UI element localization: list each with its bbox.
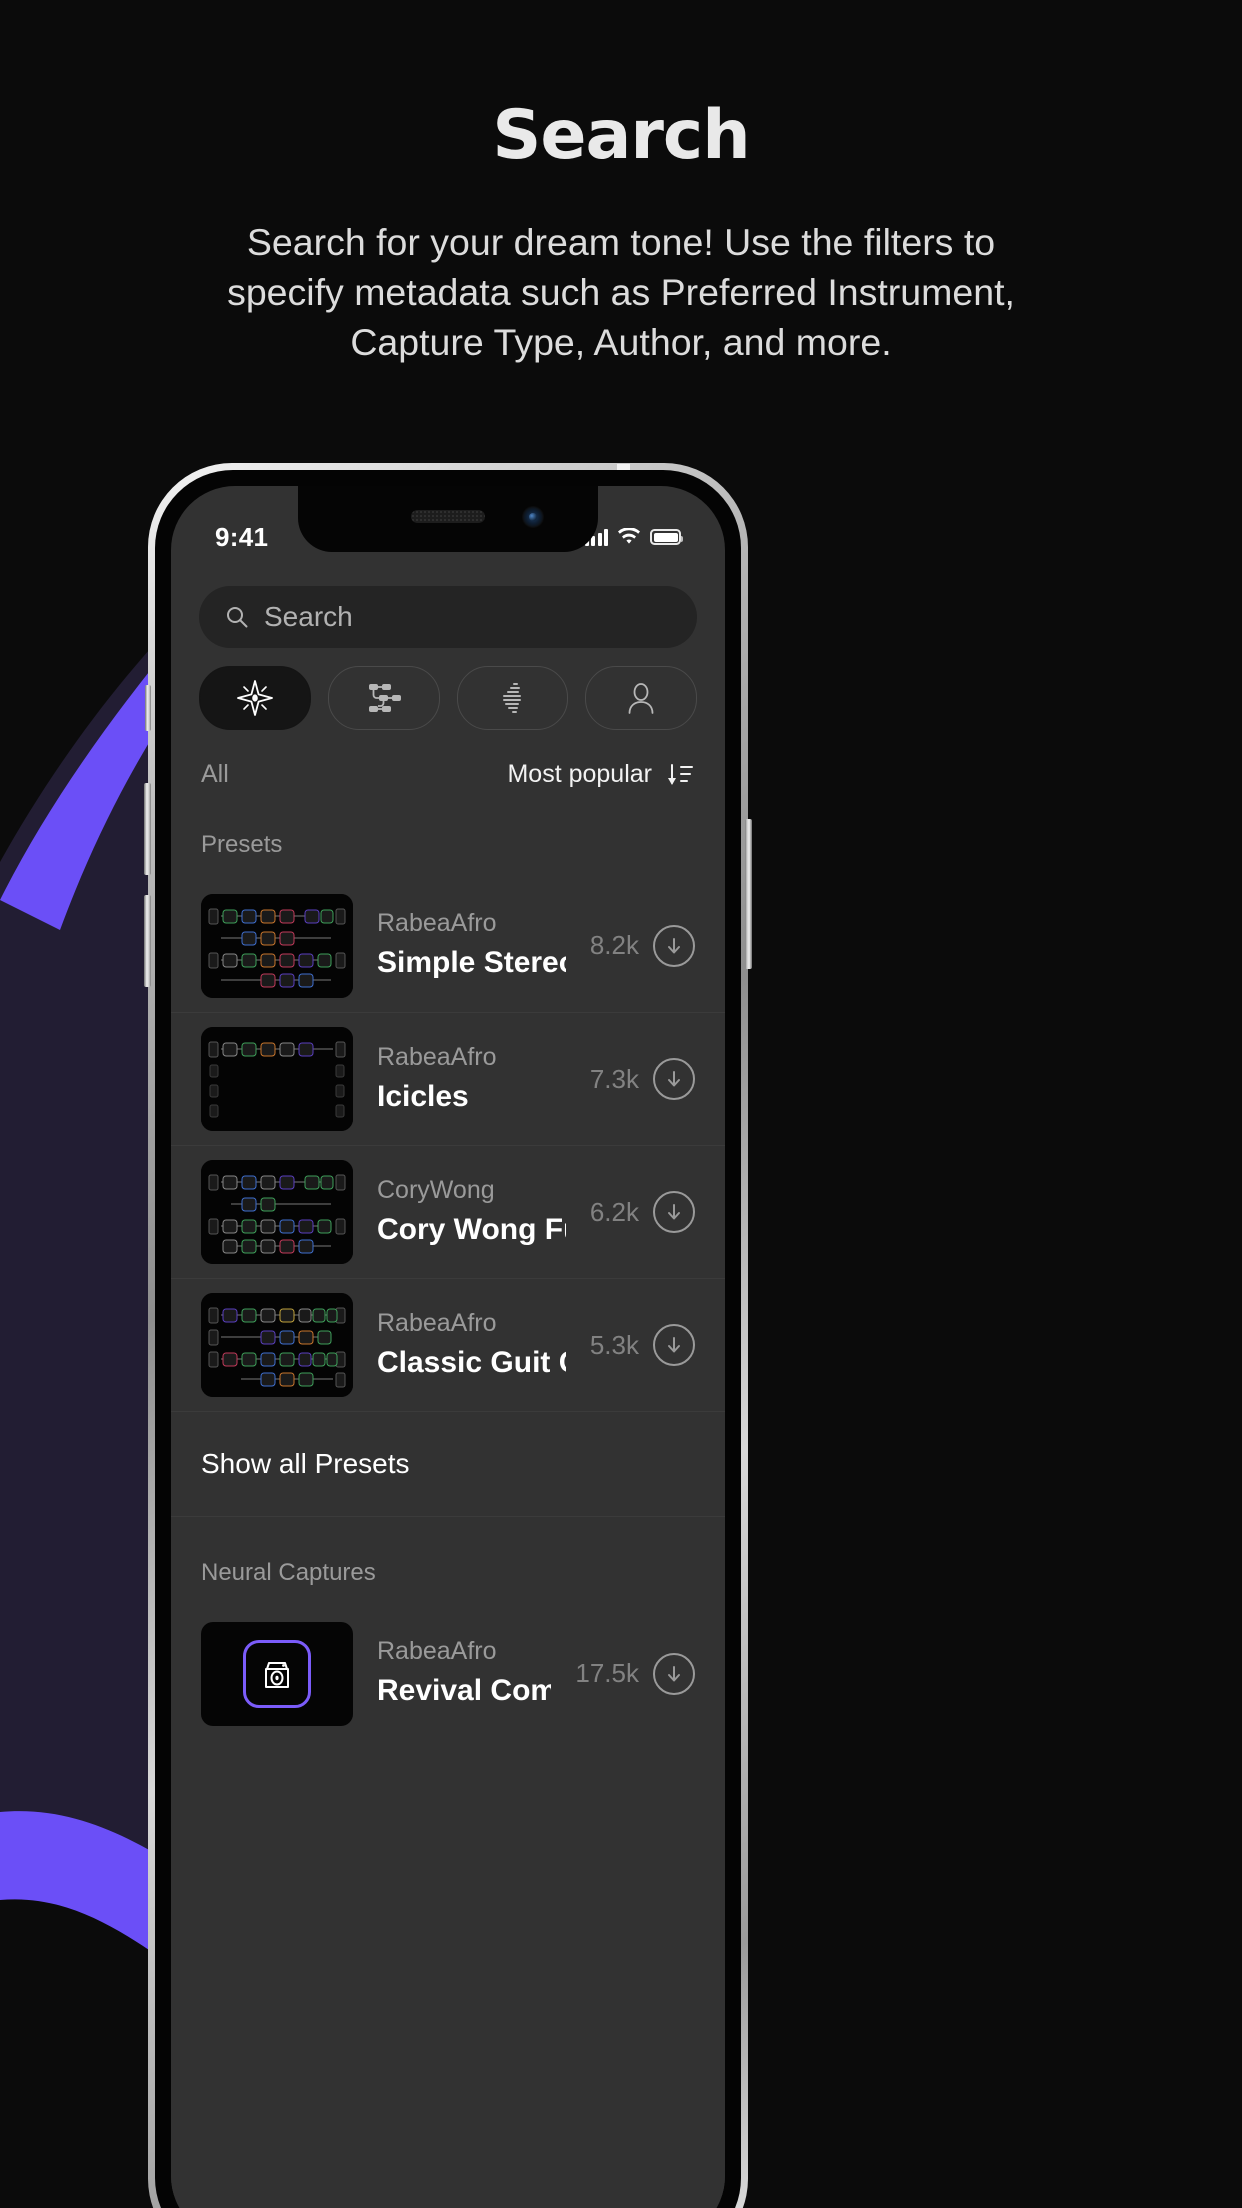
list-item[interactable]: CoryWong Cory Wong Funk Tour 6.2k	[171, 1145, 725, 1278]
list-item[interactable]: RabeaAfro Revival Comp Cap 17.5k	[171, 1607, 725, 1740]
download-count: 8.2k	[589, 930, 639, 960]
preset-actions: 5.3k	[590, 1324, 695, 1366]
hero-section: Search Search for your dream tone! Use t…	[0, 0, 1242, 368]
preset-actions: 7.3k	[590, 1058, 695, 1100]
search-placeholder: Search	[264, 601, 353, 632]
capture-author: RabeaAfro	[377, 1637, 497, 1666]
status-clock: 9:41	[215, 521, 269, 552]
earpiece-speaker	[411, 510, 485, 523]
sort-order-label: Most popular	[507, 760, 652, 788]
search-input[interactable]: Search	[199, 586, 697, 648]
download-arrow-icon[interactable]	[653, 1324, 695, 1366]
page-title: Search	[492, 96, 750, 175]
signal-chain-thumb	[201, 1293, 353, 1397]
signal-chain-thumb	[201, 1160, 353, 1264]
preset-title: Simple Stereo Plexi	[377, 946, 566, 980]
sort-descending-icon	[668, 763, 693, 785]
phone-screen: 9:41 Search All Most popular Presets Rab…	[171, 486, 725, 2208]
battery-full-icon	[650, 529, 683, 545]
presets-list: RabeaAfro Simple Stereo Plexi 8.2k	[171, 879, 725, 1411]
capture-thumbnail	[201, 1621, 353, 1726]
sort-control[interactable]: Most popular	[507, 760, 695, 789]
preset-actions: 8.2k	[589, 924, 695, 967]
list-item[interactable]: RabeaAfro Icicles 7.3k	[171, 1012, 725, 1145]
list-item[interactable]: RabeaAfro Classic Guit Chime 5.3k	[171, 1278, 725, 1411]
signal-chain-icon	[368, 684, 401, 712]
preset-author: CoryWong	[377, 1175, 495, 1204]
preset-author: RabeaAfro	[377, 1308, 497, 1337]
preset-thumbnail	[201, 1293, 353, 1397]
preset-meta: CoryWong Cory Wong Funk Tour	[377, 1174, 566, 1250]
signal-chain-thumb	[201, 893, 353, 998]
preset-author: RabeaAfro	[377, 909, 497, 938]
mute-switch[interactable]	[145, 685, 151, 731]
page-subtitle: Search for your dream tone! Use the filt…	[227, 221, 1015, 363]
signal-chain-thumb	[201, 1027, 353, 1131]
presets-filter-chip[interactable]	[327, 666, 440, 730]
volume-up-button[interactable]	[144, 783, 151, 875]
download-arrow-icon[interactable]	[653, 1652, 695, 1695]
list-item[interactable]: RabeaAfro Simple Stereo Plexi 8.2k	[171, 879, 725, 1012]
download-arrow-icon[interactable]	[653, 1058, 695, 1100]
preset-title: Cory Wong Funk Tour	[377, 1212, 566, 1246]
preset-thumbnail	[201, 1027, 353, 1131]
sparkle-icon	[236, 680, 273, 716]
section-heading-neural-captures: Neural Captures	[201, 1559, 376, 1586]
person-icon	[628, 683, 654, 714]
waveform-icon	[503, 683, 522, 713]
filter-chip-row	[171, 648, 725, 730]
preset-meta: RabeaAfro Classic Guit Chime	[377, 1307, 566, 1383]
preset-meta: RabeaAfro Icicles	[377, 1041, 566, 1117]
scope-label[interactable]: All	[201, 760, 229, 789]
preset-title: Icicles	[377, 1079, 469, 1113]
preset-meta: RabeaAfro Simple Stereo Plexi	[377, 907, 566, 983]
download-count: 17.5k	[575, 1658, 639, 1688]
preset-title: Classic Guit Chime	[377, 1345, 566, 1379]
preset-thumbnail	[201, 1160, 353, 1264]
notch	[298, 486, 598, 552]
sort-row: All Most popular	[171, 730, 725, 789]
capture-title: Revival Comp Cap	[377, 1674, 552, 1708]
preset-thumbnail	[201, 893, 353, 998]
wifi-icon	[618, 528, 640, 544]
status-indicators	[584, 528, 683, 546]
screenshot-canvas: Search Search for your dream tone! Use t…	[0, 0, 1242, 2208]
phone-mockup: 9:41 Search All Most popular Presets Rab…	[144, 463, 752, 2208]
capture-actions: 17.5k	[575, 1652, 695, 1695]
captures-filter-chip[interactable]	[456, 666, 569, 730]
preset-author: RabeaAfro	[377, 1042, 497, 1071]
app-content: Search All Most popular Presets RabeaAfr…	[171, 574, 725, 2208]
volume-down-button[interactable]	[144, 895, 151, 987]
show-all-presets-button[interactable]: Show all Presets	[171, 1411, 725, 1517]
phone-frame: 9:41 Search All Most popular Presets Rab…	[144, 463, 752, 2208]
neural-captures-list: RabeaAfro Revival Comp Cap 17.5k	[171, 1607, 725, 1740]
download-count: 7.3k	[589, 1063, 639, 1094]
power-button[interactable]	[745, 819, 752, 969]
capture-meta: RabeaAfro Revival Comp Cap	[377, 1635, 551, 1711]
authors-filter-chip[interactable]	[585, 666, 697, 730]
section-heading-presets: Presets	[201, 831, 283, 858]
amp-capture-icon	[243, 1639, 311, 1708]
download-count: 5.3k	[589, 1329, 639, 1360]
download-arrow-icon[interactable]	[653, 1191, 695, 1233]
preset-actions: 6.2k	[590, 1191, 695, 1233]
phone-bezel: 9:41 Search All Most popular Presets Rab…	[155, 470, 741, 2208]
all-filter-chip[interactable]	[199, 666, 311, 730]
front-camera-icon	[522, 506, 544, 528]
search-icon	[227, 607, 248, 628]
download-count: 6.2k	[589, 1196, 639, 1227]
download-arrow-icon[interactable]	[653, 924, 695, 967]
